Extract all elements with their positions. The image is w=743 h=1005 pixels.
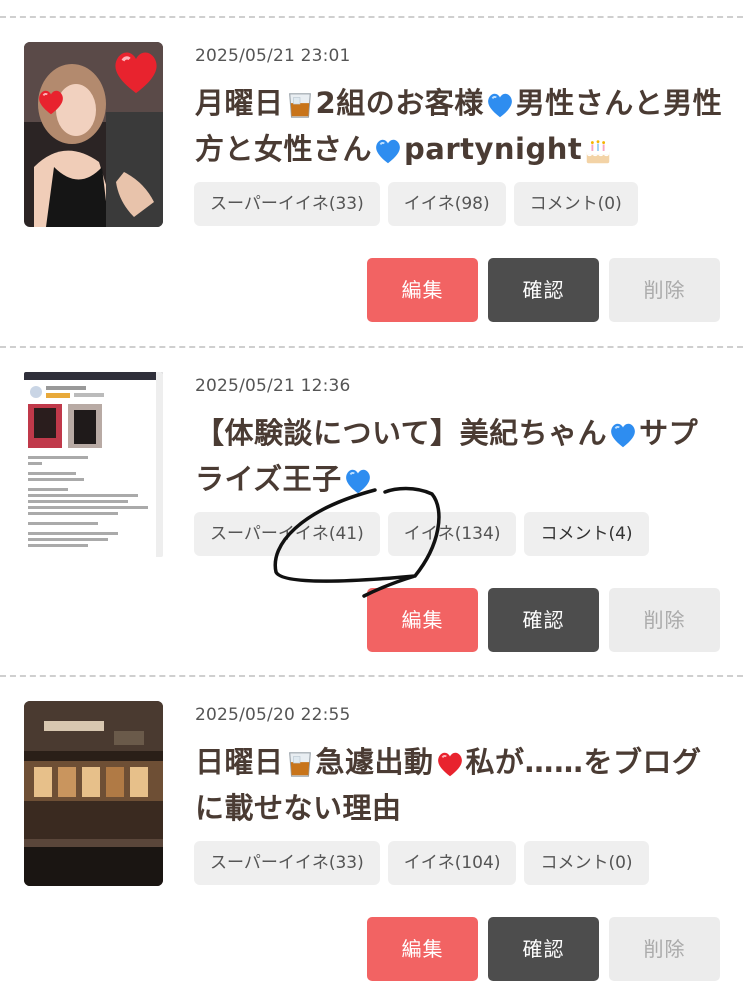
edit-button[interactable]: 編集 — [367, 588, 478, 652]
post-actions: 編集 確認 削除 — [367, 917, 720, 981]
post-date: 2025/05/21 23:01 — [195, 46, 351, 66]
title-part: partynight — [404, 132, 583, 166]
blog-post-2: 2025/05/21 12:36 【体験談について】美紀ちゃん サプライズ王子 ス… — [0, 346, 743, 676]
post-thumbnail-bar-interior[interactable] — [24, 701, 163, 886]
delete-button[interactable]: 削除 — [609, 258, 720, 322]
comment-count[interactable]: コメント(0) — [524, 841, 649, 885]
post-actions: 編集 確認 削除 — [367, 588, 720, 652]
edit-button[interactable]: 編集 — [367, 258, 478, 322]
birthday-cake-icon — [583, 136, 613, 166]
like-count[interactable]: イイネ(98) — [387, 182, 506, 226]
delete-button[interactable]: 削除 — [609, 917, 720, 981]
comment-count[interactable]: コメント(4) — [524, 512, 649, 556]
red-heart-icon — [435, 749, 465, 779]
reaction-tags: スーパーイイネ(33) イイネ(98) コメント(0) — [194, 182, 638, 226]
delete-button[interactable]: 削除 — [609, 588, 720, 652]
super-like-count[interactable]: スーパーイイネ(33) — [194, 841, 380, 885]
title-part: 2組のお客様 — [315, 86, 484, 120]
blog-post-1: 2025/05/21 23:01 月曜日 2組のお客様 男性さんと男性方と女性さん p… — [0, 16, 743, 346]
like-count[interactable]: イイネ(104) — [387, 841, 517, 885]
post-thumbnail-review-screenshot[interactable] — [24, 372, 163, 557]
edit-button[interactable]: 編集 — [367, 917, 478, 981]
blog-post-3: 2025/05/20 22:55 日曜日 急遽出動 私が……をブログに載せない理由 … — [0, 675, 743, 1005]
whisky-glass-icon — [285, 90, 315, 120]
title-part: 急遽出動 — [315, 745, 434, 779]
confirm-button[interactable]: 確認 — [488, 588, 599, 652]
post-title[interactable]: 日曜日 急遽出動 私が……をブログに載せない理由 — [195, 739, 725, 831]
post-title[interactable]: 月曜日 2組のお客様 男性さんと男性方と女性さん partynight — [195, 80, 725, 172]
post-title[interactable]: 【体験談について】美紀ちゃん サプライズ王子 — [195, 410, 725, 502]
like-count[interactable]: イイネ(134) — [387, 512, 517, 556]
blue-heart-icon — [343, 466, 373, 496]
whisky-glass-icon — [285, 749, 315, 779]
blue-heart-icon — [485, 90, 515, 120]
super-like-count[interactable]: スーパーイイネ(33) — [194, 182, 380, 226]
post-actions: 編集 確認 削除 — [367, 258, 720, 322]
title-part: 月曜日 — [195, 86, 284, 120]
reaction-tags: スーパーイイネ(33) イイネ(104) コメント(0) — [194, 841, 649, 885]
title-part: 【体験談について】美紀ちゃん — [195, 416, 608, 450]
post-date: 2025/05/20 22:55 — [195, 705, 351, 725]
post-thumbnail-selfie[interactable] — [24, 42, 163, 227]
post-date: 2025/05/21 12:36 — [195, 376, 351, 396]
confirm-button[interactable]: 確認 — [488, 258, 599, 322]
reaction-tags: スーパーイイネ(41) イイネ(134) コメント(4) — [194, 512, 649, 556]
confirm-button[interactable]: 確認 — [488, 917, 599, 981]
blue-heart-icon — [608, 420, 638, 450]
title-part: 日曜日 — [195, 745, 284, 779]
comment-count[interactable]: コメント(0) — [513, 182, 638, 226]
super-like-count[interactable]: スーパーイイネ(41) — [194, 512, 380, 556]
blue-heart-icon — [373, 136, 403, 166]
